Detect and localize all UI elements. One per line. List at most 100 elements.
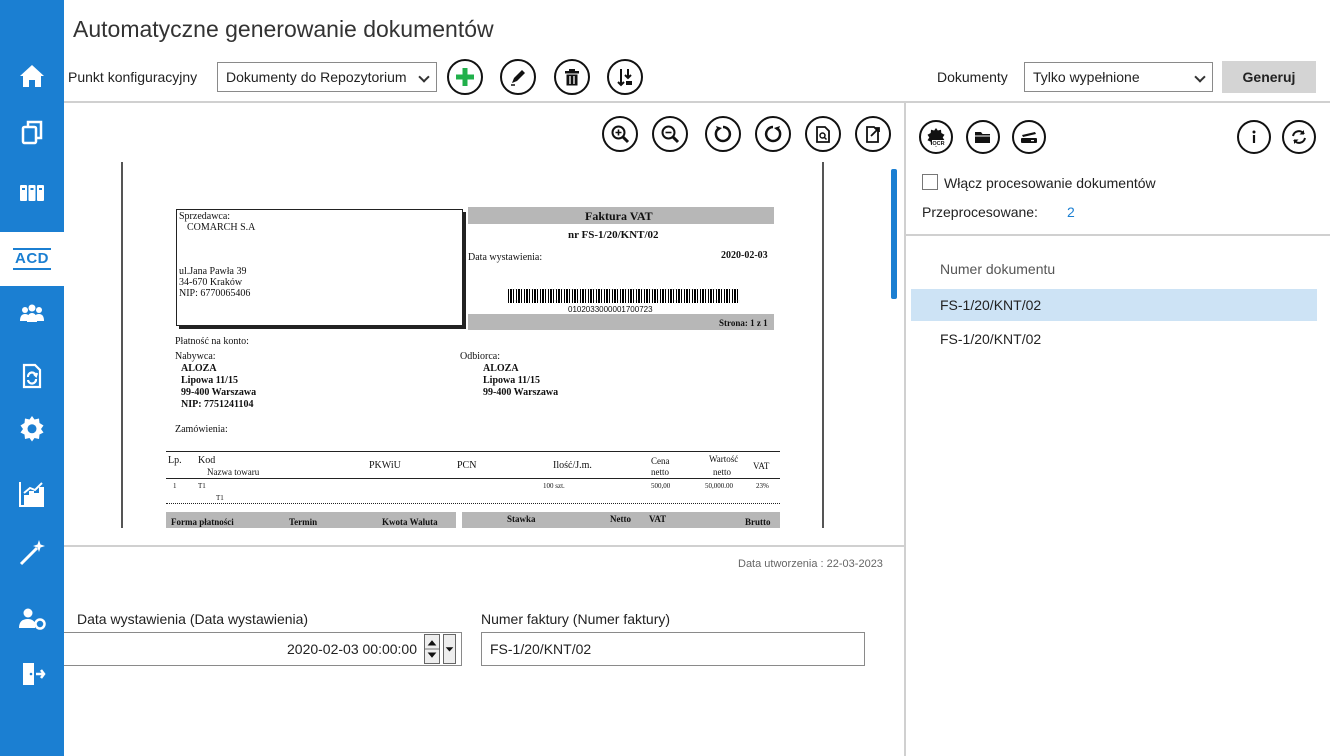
recipient-label: Odbiorca: [460,351,500,362]
sort-button[interactable] [607,59,643,95]
col-vat: VAT [753,461,770,471]
zoom-in-icon [611,125,630,144]
page-title: Automatyczne generowanie dokumentów [73,16,494,42]
zoom-out-icon [661,125,680,144]
open-folder-button[interactable] [966,120,1000,154]
orders-label: Zamówienia: [175,424,228,435]
document-preview[interactable]: Sprzedawca: COMARCH S.A ul.Jana Pawła 39… [121,162,824,528]
col-pcn: PCN [457,460,477,471]
enable-processing-checkbox[interactable] [922,174,938,190]
acd-icon[interactable]: ACD [0,232,64,286]
buyer-label: Nabywca: [175,351,216,362]
ocr-gear-icon: OCR [927,128,945,147]
buyer-street: Lipowa 11/15 [181,375,238,386]
invoice-document: Sprzedawca: COMARCH S.A ul.Jana Pawła 39… [123,162,822,528]
row-qty: 100 szt. [543,482,565,490]
chevron-down-icon [1194,71,1206,83]
documents-value: Tylko wypełnione [1033,69,1140,85]
acd-label: ACD [13,248,51,270]
documents-label: Dokumenty [937,69,1008,85]
document-search-icon [816,126,830,143]
buyer-city: 99-400 Warszawa [181,387,257,398]
processed-label: Przeprocesowane: [922,204,1038,220]
magic-wand-icon[interactable] [0,528,64,576]
row-price: 500,00 [651,482,671,490]
config-point-select[interactable]: Dokumenty do Repozytorium [217,62,437,92]
dropdown-arrow-icon [445,647,454,652]
row-lp: 1 [173,482,177,490]
col-price-net: netto [651,467,669,477]
folder-icon [975,132,991,143]
sort-icon [617,69,632,87]
creation-date: Data utworzenia : 22-03-2023 [738,558,883,570]
col-qty: Ilość/J.m. [553,460,592,471]
footer-rate: Stawka [507,514,536,524]
row-code: T1 [198,482,206,490]
rotate-right-button[interactable] [755,116,791,152]
documents-icon[interactable] [0,108,64,156]
seller-name: COMARCH S.A [187,222,256,233]
table-header-line [166,478,780,479]
rotate-right-icon [764,125,782,143]
footer-vat: VAT [649,514,667,524]
list-item[interactable]: FS-1/20/KNT/02 [911,289,1317,321]
invoice-title: Faktura VAT [585,209,653,223]
recipient-street: Lipowa 11/15 [483,375,540,386]
issue-date-label: Data wystawienia: [468,252,543,263]
import-document-button[interactable] [805,116,841,152]
footer-gross: Brutto [745,517,771,527]
footer-payment-form: Forma płatności [171,517,234,527]
col-value: Wartość [709,454,739,464]
chevron-down-icon [418,71,430,83]
col-pkwiu: PKWiU [369,460,401,471]
chart-icon[interactable] [0,470,64,518]
exit-door-icon[interactable] [0,650,64,698]
recipient-city: 99-400 Warszawa [483,387,559,398]
app-window: ACD Automatyczne generowanie dokumentów … [0,0,1330,756]
home-icon[interactable] [0,52,64,100]
generate-button[interactable]: Generuj [1222,61,1316,93]
header-divider [64,101,1330,103]
issue-date-field-label: Data wystawienia (Data wystawienia) [77,611,309,627]
invoice-number-field[interactable]: FS-1/20/KNT/02 [481,632,865,666]
gear-icon[interactable] [0,404,64,452]
enable-processing-label: Włącz procesowanie dokumentów [944,175,1156,191]
pencil-icon [511,70,525,86]
spin-arrows-icon [425,640,439,658]
add-button[interactable] [447,59,483,95]
zoom-in-button[interactable] [602,116,638,152]
documents-select[interactable]: Tylko wypełnione [1024,62,1213,92]
refresh-icon [1292,130,1306,144]
user-settings-icon[interactable] [0,594,64,642]
document-sync-icon[interactable] [0,352,64,400]
config-point-value: Dokumenty do Repozytorium [226,69,407,85]
issue-date-field[interactable]: 2020-02-03 00:00:00 [64,632,462,666]
binders-icon[interactable] [0,168,64,216]
edit-button[interactable] [500,59,536,95]
issue-date-spinner[interactable] [424,634,440,664]
ocr-button[interactable]: OCR [919,120,953,154]
table-top-line [166,451,780,452]
delete-button[interactable] [554,59,590,95]
sidebar: ACD [0,0,64,756]
scanner-button[interactable] [1012,120,1046,154]
info-button[interactable] [1237,120,1271,154]
col-name: Nazwa towaru [207,467,260,477]
trash-icon [565,69,579,86]
row-value: 50,000.00 [705,482,733,490]
rotate-left-button[interactable] [705,116,741,152]
row-vat: 23% [756,482,769,490]
preview-scrollbar[interactable] [891,169,897,299]
rotate-left-icon [714,125,732,143]
zoom-out-button[interactable] [652,116,688,152]
config-point-label: Punkt konfiguracyjny [68,69,198,85]
col-lp: Lp. [168,455,182,466]
footer-net: Netto [610,514,631,524]
list-item[interactable]: FS-1/20/KNT/02 [911,323,1317,355]
issue-date-dropdown[interactable] [443,634,456,664]
recipient-name: ALOZA [483,363,519,374]
page-indicator: Strona: 1 z 1 [719,318,768,328]
refresh-button[interactable] [1282,120,1316,154]
users-icon[interactable] [0,290,64,338]
export-document-button[interactable] [855,116,891,152]
